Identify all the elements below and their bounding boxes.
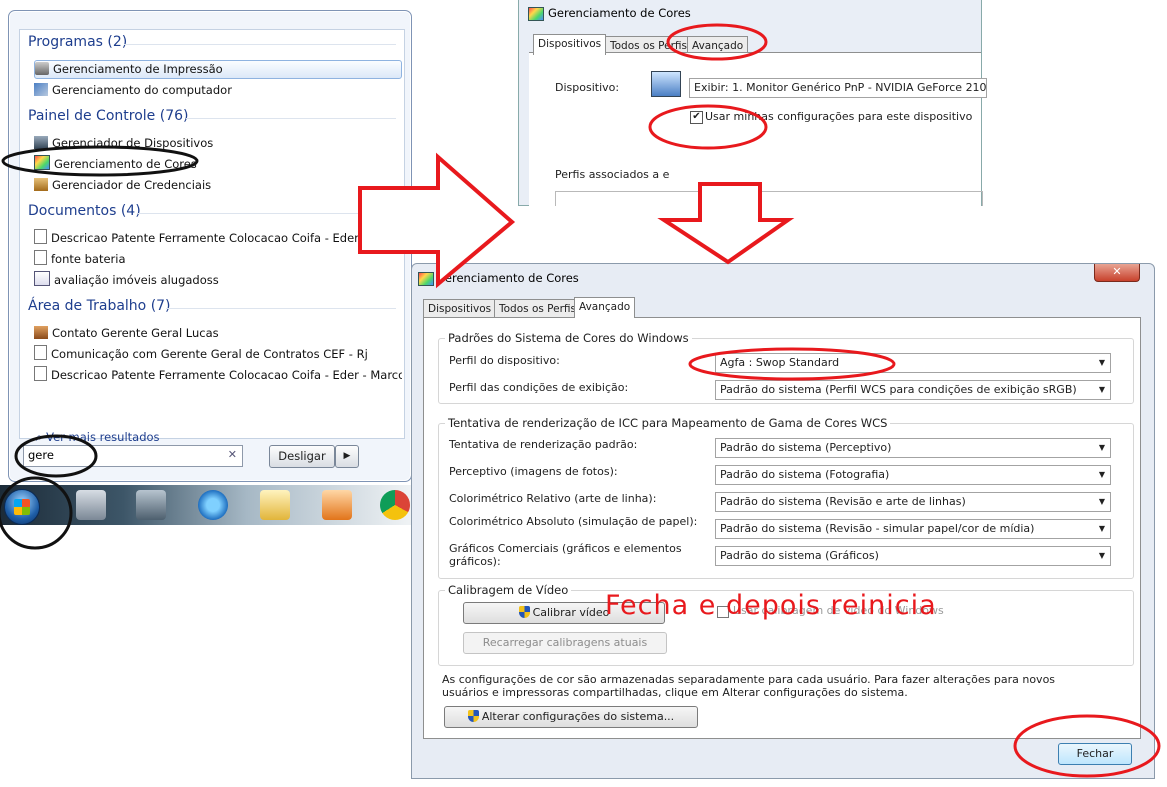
tab-advanced[interactable]: Avançado: [574, 297, 636, 318]
highlight-ellipse-advanced-tab: [666, 23, 768, 61]
highlight-ellipse-color-management: [1, 145, 199, 177]
highlight-ellipse-close-button: [1013, 714, 1161, 778]
highlight-ellipse-checkbox: [648, 104, 768, 150]
highlight-ellipse-search: [14, 434, 98, 478]
down-arrow-annotation: [657, 182, 795, 265]
highlight-ellipse-device-profile: [688, 347, 896, 381]
annotation-text: Fecha e depois reinicia: [605, 590, 937, 621]
right-arrow-annotation: [358, 152, 516, 289]
annotation-layer: [0, 23, 1161, 778]
highlight-ellipse-start: [0, 476, 73, 550]
tab-devices[interactable]: Dispositivos: [533, 34, 607, 55]
